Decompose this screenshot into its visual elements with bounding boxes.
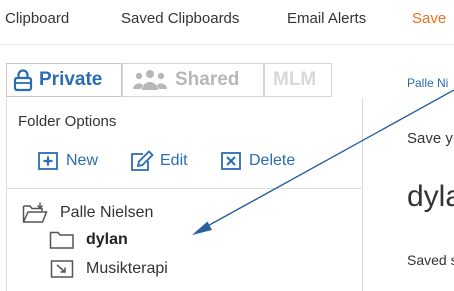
annotation-arrow	[192, 89, 454, 235]
